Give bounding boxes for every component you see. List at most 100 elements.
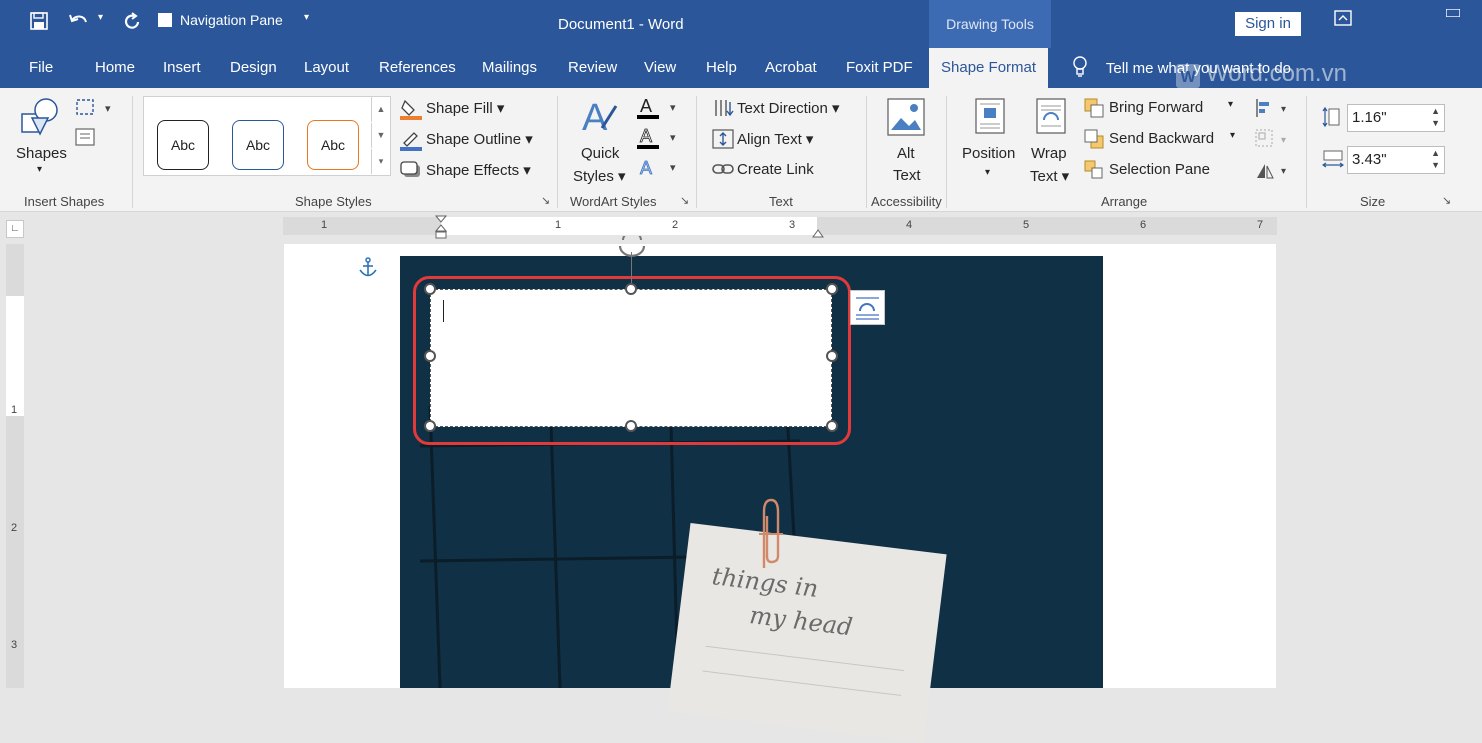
align-text-button[interactable]: Align Text ▾ — [737, 130, 813, 148]
horizontal-ruler[interactable]: 1 1 2 3 4 5 6 7 — [283, 215, 1277, 239]
svg-text:▾: ▾ — [105, 103, 111, 115]
redo-icon[interactable] — [122, 12, 142, 32]
shape-height-input[interactable]: 1.16" ▲ ▼ — [1347, 104, 1445, 132]
shape-style-black[interactable]: Abc — [157, 120, 209, 170]
send-backward-button[interactable]: Send Backward — [1109, 130, 1214, 147]
resize-handle-bottom-right[interactable] — [826, 420, 838, 432]
undo-dropdown-icon[interactable]: ▾ — [98, 12, 103, 23]
shape-styles-gallery[interactable]: Abc Abc Abc — [143, 96, 391, 176]
send-backward-dropdown-icon[interactable]: ▾ — [1230, 130, 1235, 141]
navigation-pane-checkbox[interactable]: Navigation Pane — [158, 12, 283, 28]
window-control-icon[interactable] — [1445, 4, 1461, 22]
layout-options-button[interactable] — [850, 290, 885, 325]
document-title: Document1 - Word — [558, 16, 684, 33]
shapes-icon[interactable] — [20, 96, 60, 143]
create-link-button[interactable]: Create Link — [737, 161, 814, 178]
gallery-scroll-up-icon[interactable]: ▲ — [371, 97, 390, 122]
tab-help[interactable]: Help — [706, 59, 737, 76]
rotate-objects-icon[interactable]: ▾ — [1255, 160, 1291, 185]
left-indent-marker-icon[interactable] — [434, 215, 448, 246]
shape-styles-group-label: Shape Styles — [295, 194, 372, 209]
tab-file[interactable]: File — [29, 59, 53, 76]
resize-handle-bottom-left[interactable] — [424, 420, 436, 432]
shape-width-input[interactable]: 3.43" ▲ ▼ — [1347, 146, 1445, 174]
gallery-scroll-down-icon[interactable]: ▼ — [371, 123, 390, 148]
text-outline-icon[interactable]: A ▾ — [636, 126, 682, 155]
resize-handle-middle-right[interactable] — [826, 350, 838, 362]
right-indent-marker-icon[interactable] — [812, 225, 824, 243]
draw-text-box-icon[interactable] — [75, 128, 95, 151]
size-launcher-icon[interactable]: ↘ — [1442, 194, 1451, 207]
height-up-icon[interactable]: ▲ — [1431, 106, 1440, 116]
alt-text-button[interactable]: Alt — [897, 145, 915, 162]
align-objects-icon[interactable]: ▾ — [1255, 98, 1291, 123]
undo-icon[interactable] — [68, 12, 90, 30]
shape-height-icon — [1322, 106, 1342, 133]
svg-text:▾: ▾ — [1281, 135, 1286, 146]
tab-shape-format[interactable]: Shape Format — [929, 48, 1049, 88]
tab-design[interactable]: Design — [230, 59, 277, 76]
group-objects-icon[interactable]: ▾ — [1255, 129, 1291, 154]
alt-text-icon[interactable] — [887, 98, 925, 141]
tab-layout[interactable]: Layout — [304, 59, 349, 76]
divider — [1306, 96, 1307, 208]
resize-handle-top-left[interactable] — [424, 283, 436, 295]
width-up-icon[interactable]: ▲ — [1431, 148, 1440, 158]
wrap-text-icon[interactable] — [1036, 98, 1066, 139]
text-effects-icon[interactable]: A ▾ — [636, 156, 682, 185]
customize-qat-icon[interactable]: ▾ — [304, 12, 309, 23]
shape-style-orange[interactable]: Abc — [307, 120, 359, 170]
resize-handle-top-right[interactable] — [826, 283, 838, 295]
shape-style-blue[interactable]: Abc — [232, 120, 284, 170]
ribbon-display-options-icon[interactable] — [1334, 10, 1352, 31]
sign-in-button[interactable]: Sign in — [1235, 12, 1301, 36]
quick-styles-button[interactable]: Quick — [581, 145, 619, 162]
shapes-button[interactable]: Shapes — [16, 145, 67, 162]
position-dropdown-icon[interactable]: ▾ — [985, 167, 990, 178]
tab-view[interactable]: View — [644, 59, 676, 76]
wrap-text-button[interactable]: Wrap — [1031, 145, 1067, 162]
shape-outline-button[interactable]: Shape Outline ▾ — [426, 130, 533, 148]
quick-styles-icon[interactable]: A — [580, 96, 620, 143]
create-link-icon — [712, 162, 734, 181]
resize-handle-top-center[interactable] — [625, 283, 637, 295]
vertical-ruler[interactable]: 1 2 3 — [6, 244, 24, 688]
shape-fill-button[interactable]: Shape Fill ▾ — [426, 99, 504, 117]
divider — [866, 96, 867, 208]
ruler-number: 6 — [1140, 219, 1147, 231]
wrap-text-label[interactable]: Text ▾ — [1030, 167, 1069, 185]
resize-handle-middle-left[interactable] — [424, 350, 436, 362]
resize-handle-bottom-center[interactable] — [625, 420, 637, 432]
svg-text:▾: ▾ — [670, 162, 676, 174]
tab-acrobat[interactable]: Acrobat — [765, 59, 817, 76]
shape-effects-button[interactable]: Shape Effects ▾ — [426, 161, 531, 179]
width-down-icon[interactable]: ▼ — [1431, 160, 1440, 170]
bring-forward-dropdown-icon[interactable]: ▾ — [1228, 99, 1233, 110]
alt-text-label[interactable]: Text — [893, 167, 921, 184]
wordart-styles-launcher-icon[interactable]: ↘ — [680, 194, 689, 207]
height-down-icon[interactable]: ▼ — [1431, 118, 1440, 128]
edit-shape-icon[interactable]: ▾ — [75, 98, 115, 123]
rotate-handle-icon[interactable] — [617, 231, 647, 263]
layout-options-icon — [856, 297, 879, 320]
text-box-shape[interactable] — [430, 289, 832, 427]
quick-styles-label[interactable]: Styles ▾ — [573, 167, 626, 185]
tab-mailings[interactable]: Mailings — [482, 59, 537, 76]
shapes-dropdown-icon[interactable]: ▾ — [37, 164, 42, 175]
tab-selector[interactable]: ∟ — [6, 220, 24, 238]
text-fill-icon[interactable]: A ▾ — [636, 96, 682, 125]
selection-pane-button[interactable]: Selection Pane — [1109, 161, 1210, 178]
tab-references[interactable]: References — [379, 59, 456, 76]
tab-home[interactable]: Home — [95, 59, 135, 76]
save-icon[interactable] — [30, 12, 48, 30]
divider — [696, 96, 697, 208]
tab-foxit-pdf[interactable]: Foxit PDF — [846, 59, 913, 76]
tab-insert[interactable]: Insert — [163, 59, 201, 76]
bring-forward-button[interactable]: Bring Forward — [1109, 99, 1203, 116]
gallery-more-icon[interactable]: ▾ — [371, 149, 390, 174]
position-icon[interactable] — [975, 98, 1005, 139]
position-button[interactable]: Position — [962, 145, 1015, 162]
tab-review[interactable]: Review — [568, 59, 617, 76]
shape-styles-launcher-icon[interactable]: ↘ — [541, 194, 550, 207]
text-direction-button[interactable]: Text Direction ▾ — [737, 99, 840, 117]
